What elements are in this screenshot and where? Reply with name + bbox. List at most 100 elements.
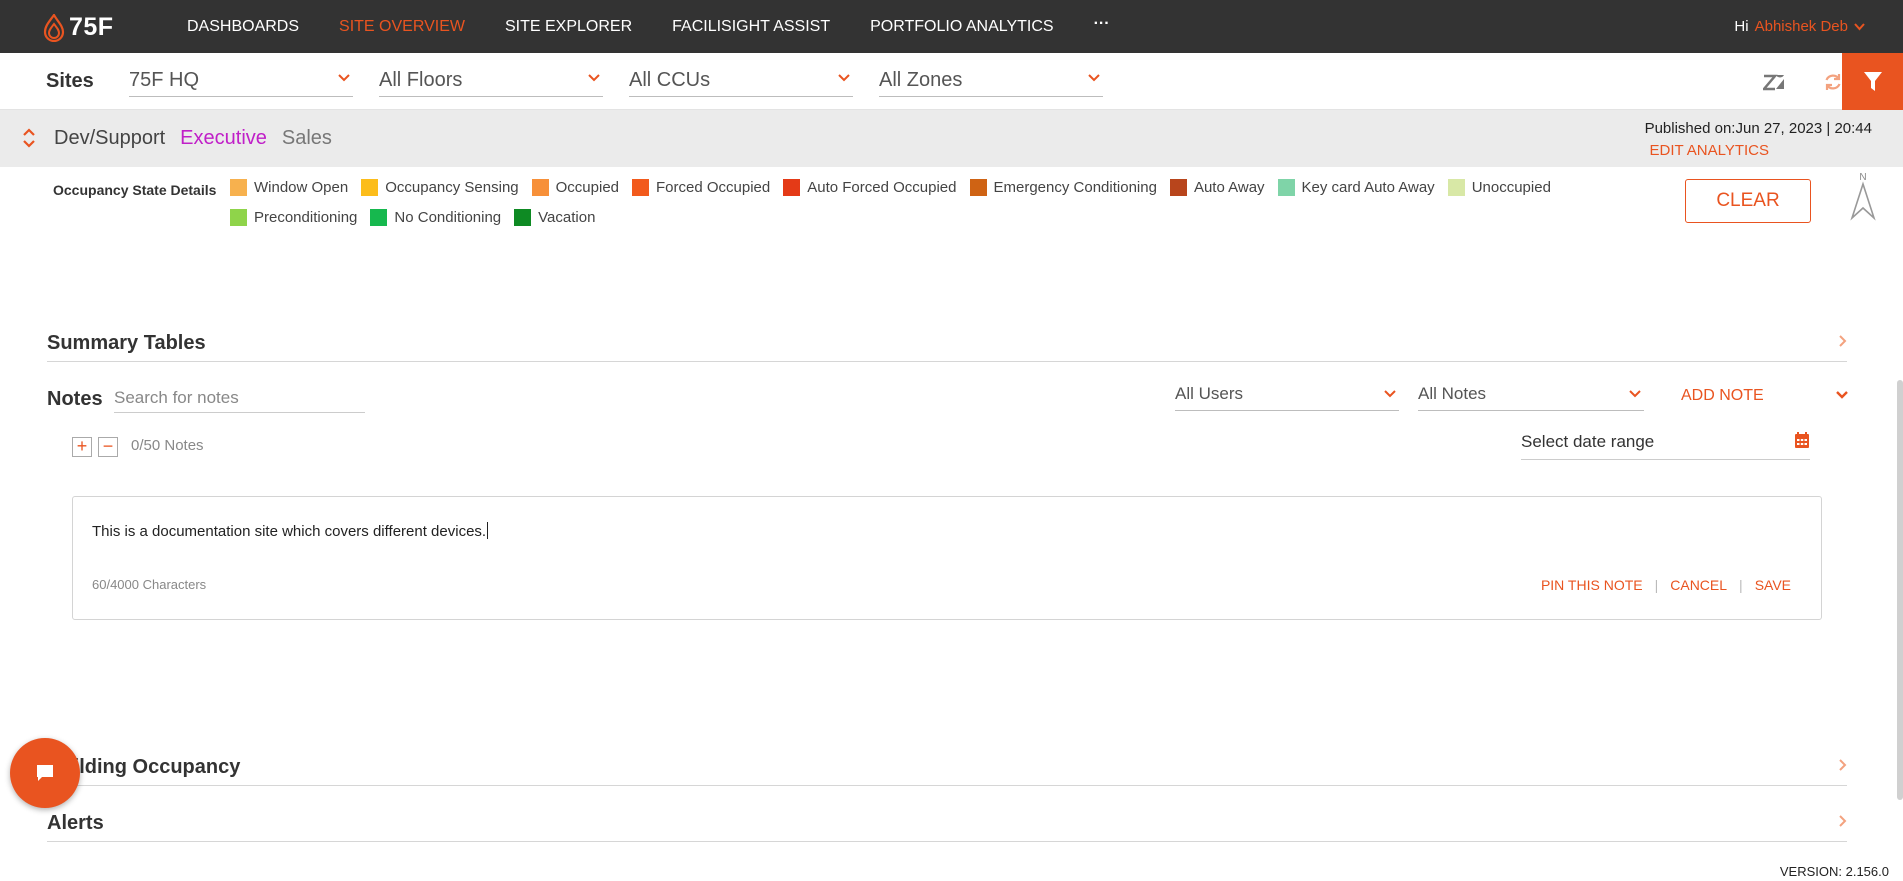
nav-portfolio-analytics[interactable]: PORTFOLIO ANALYTICS [870,18,1053,36]
legend-swatch [361,178,379,196]
tab-sales[interactable]: Sales [282,127,332,150]
add-note-button[interactable]: ADD NOTE [1681,387,1764,405]
site-select-value: 75F HQ [129,69,200,91]
refresh-icon[interactable] [1823,72,1843,92]
note-editor-textarea[interactable]: This is a documentation site which cover… [92,522,489,540]
page-scrollbar[interactable] [1897,380,1903,800]
greeting-text: Hi [1734,18,1749,35]
legend-swatch [1277,178,1295,196]
legend-item: No Conditioning [370,208,501,226]
pin-note-button[interactable]: PIN THIS NOTE [1541,577,1643,593]
notes-filter-select[interactable]: All Notes [1418,380,1644,411]
occupancy-legend: Window Open Occupancy Sensing Occupied F… [230,178,1680,226]
users-filter-select[interactable]: All Users [1175,380,1399,411]
save-note-button[interactable]: SAVE [1755,577,1791,593]
notes-search-input[interactable] [114,384,365,413]
summary-tables-title: Summary Tables [47,332,206,354]
alerts-title: Alerts [47,812,104,834]
user-name[interactable]: Abhishek Deb [1755,18,1848,35]
legend-label: Auto Away [1193,178,1265,196]
floor-select-value: All Floors [379,69,463,91]
legend-swatch [969,178,987,196]
notes-filter-value: All Notes [1418,384,1487,403]
legend-item: Unoccupied [1447,178,1551,196]
chevron-down-icon [338,74,350,82]
alerts-section[interactable]: Alerts [47,802,1847,842]
nav-site-explorer[interactable]: SITE EXPLORER [505,18,632,36]
version-label: VERSION: 2.156.0 [1779,864,1889,879]
floor-select[interactable]: All Floors [379,67,603,97]
legend-item: Key card Auto Away [1277,178,1435,196]
compass-label: N [1859,172,1866,183]
ccu-select-value: All CCUs [629,69,711,91]
action-separator: | [1654,577,1659,593]
note-editor-text: This is a documentation site which cover… [92,523,487,540]
legend-swatch [1447,178,1465,196]
main-nav: DASHBOARDS SITE OVERVIEW SITE EXPLORER F… [187,0,1110,53]
legend-item: Emergency Conditioning [969,178,1157,196]
site-select[interactable]: 75F HQ [129,67,353,97]
legend-item: Forced Occupied [632,178,770,196]
chevron-down-icon [588,74,600,82]
flame-logo-icon [43,13,65,42]
legend-item: Window Open [230,178,348,196]
compass-north-icon: N [1850,172,1876,221]
expand-collapse-icon[interactable] [22,128,36,148]
nav-more-menu[interactable]: ··· [1094,15,1110,33]
expand-all-button[interactable]: + [72,437,92,457]
cancel-note-button[interactable]: CANCEL [1670,577,1727,593]
zendesk-icon[interactable] [1763,73,1785,91]
ccu-select[interactable]: All CCUs [629,67,853,97]
top-nav-bar: 75F DASHBOARDS SITE OVERVIEW SITE EXPLOR… [0,0,1903,53]
zone-select-value: All Zones [879,69,963,91]
legend-swatch [230,208,247,226]
date-range-value: Select date range [1521,432,1655,451]
legend-item: Auto Forced Occupied [783,178,957,196]
calendar-icon [1795,432,1809,448]
logo[interactable]: 75F [43,13,114,42]
logo-text: 75F [69,13,114,41]
legend-swatch [230,178,247,196]
date-range-picker[interactable]: Select date range [1521,428,1810,460]
chevron-down-icon [1854,22,1865,30]
collapse-all-button[interactable]: − [98,437,118,457]
note-editor[interactable]: This is a documentation site which cover… [72,496,1822,620]
zone-select[interactable]: All Zones [879,67,1103,97]
note-char-count: 60/4000 Characters [92,577,207,592]
chevron-down-icon [1088,74,1100,82]
edit-analytics-link[interactable]: EDIT ANALYTICS [1650,142,1769,159]
note-editor-actions: PIN THIS NOTE | CANCEL | SAVE [1541,577,1791,593]
legend-item: Auto Away [1169,178,1265,196]
notes-count: 0/50 Notes [131,437,204,454]
tab-executive[interactable]: Executive [180,127,267,150]
legend-label: Emergency Conditioning [993,178,1157,196]
legend-item: Occupied [531,178,619,196]
published-date: Published on:Jun 27, 2023 | 20:44 [1644,120,1872,137]
filter-button[interactable] [1842,53,1903,110]
legend-label: Forced Occupied [656,178,771,196]
legend-label: Vacation [538,208,596,226]
nav-facilisight-assist[interactable]: FACILISIGHT ASSIST [672,18,830,36]
legend-swatch [783,178,801,196]
tab-dev-support[interactable]: Dev/Support [54,127,165,150]
chevron-down-icon[interactable] [1835,390,1849,400]
legend-swatch [370,208,388,226]
nav-site-overview[interactable]: SITE OVERVIEW [339,18,465,36]
summary-tables-section[interactable]: Summary Tables [47,322,1847,362]
notes-label: Notes [47,388,103,410]
user-menu[interactable]: Hi Abhishek Deb [1734,0,1865,53]
sites-label: Sites [46,70,94,92]
clear-button[interactable]: CLEAR [1685,179,1811,223]
legend-label: Preconditioning [254,208,358,226]
legend-label: Key card Auto Away [1301,178,1435,196]
building-occupancy-section[interactable]: Building Occupancy [47,746,1847,786]
legend-label: Auto Forced Occupied [807,178,957,196]
dashboard-tabs: Dev/Support Executive Sales [54,127,332,150]
chat-button[interactable] [10,738,80,808]
filter-bar-actions [1763,53,1843,110]
site-filter-bar: Sites 75F HQ All Floors All CCUs All Zon… [0,53,1903,110]
legend-label: No Conditioning [394,208,502,226]
chat-bubble-icon [37,765,53,781]
legend-swatch [632,178,650,196]
nav-dashboards[interactable]: DASHBOARDS [187,18,299,36]
